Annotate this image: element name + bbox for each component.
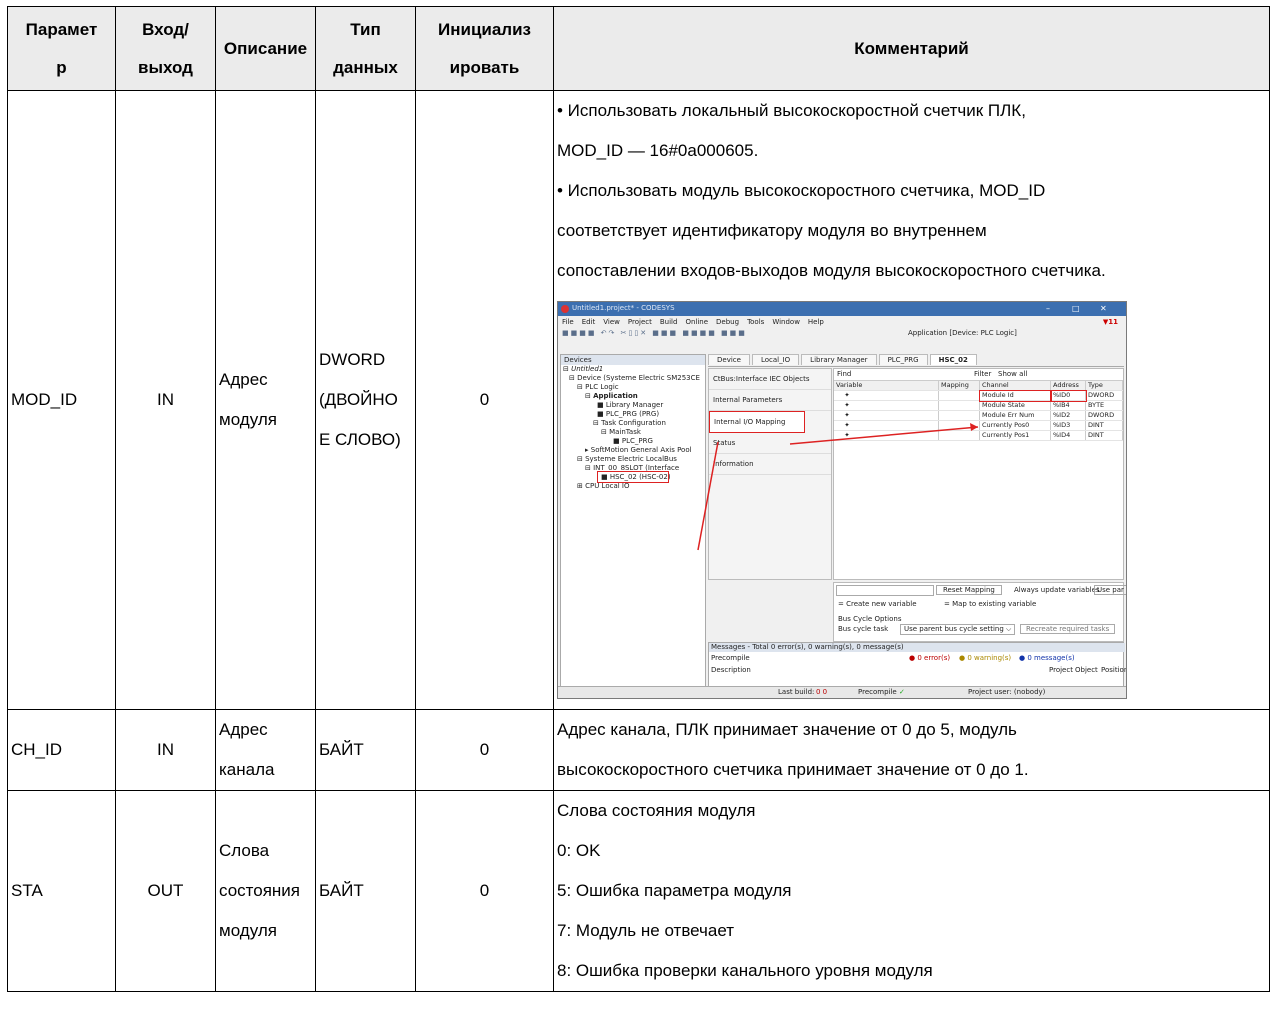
io-mapping-grid: Find Filter Show all Variable Mapping Cha… xyxy=(833,368,1124,580)
comment-cell: Адрес канала, ПЛК принимает значение от … xyxy=(553,709,1270,791)
header-param: Парамет р xyxy=(7,6,116,91)
comment-line: MOD_ID — 16#0a000605. xyxy=(557,141,759,160)
param-cell: MOD_ID xyxy=(7,90,116,710)
comment-line: 0: OK xyxy=(557,841,601,860)
init-cell: 0 xyxy=(415,790,554,992)
comment-line: 5: Ошибка параметра модуля xyxy=(557,881,792,900)
close-icon: ✕ xyxy=(1100,304,1107,313)
error-flag-icon: ▼11 xyxy=(1102,318,1118,326)
comment-line: • Использовать локальный высокоскоростно… xyxy=(557,101,1026,120)
header-desc: Описание xyxy=(215,6,316,91)
param-cell: CH_ID xyxy=(7,709,116,791)
comment-line: Адрес канала, ПЛК принимает значение от … xyxy=(557,720,1017,739)
screenshot-menu: File Edit View Project Build Online Debug Tools… xyxy=(562,318,824,326)
devices-panel: Devices ⊟ Untitled1 ⊟ Device (Systeme El… xyxy=(560,354,706,689)
bus-cycle-select[interactable]: Use parent bus cycle setting ⌵ xyxy=(900,624,1016,635)
toolbar-icons: ■■■■ ↶↷ ✂▯▯✕ ■■■ ■■■■ ■■■ xyxy=(562,329,747,337)
editor-tabs: Device Local_IO Library Manager PLC_PRG HSC_… xyxy=(708,354,1124,367)
tab-library-manager[interactable]: Library Manager xyxy=(801,354,877,365)
comment-line: 8: Ошибка проверки канального уровня мод… xyxy=(557,961,933,980)
comment-line: 7: Модуль не отвечает xyxy=(557,921,735,940)
dtype-cell: БАЙТ xyxy=(315,709,416,791)
config-sections: CtBus:Interface IEC Objects Internal Par… xyxy=(708,368,832,580)
mapping-options: Reset Mapping Always update variables Us… xyxy=(833,582,1126,642)
io-cell: IN xyxy=(115,90,216,710)
io-cell: OUT xyxy=(115,790,216,992)
section-item[interactable]: Internal Parameters xyxy=(709,390,831,411)
maximize-icon: □ xyxy=(1072,304,1080,313)
comment-line: сопоставлении входов-выходов модуля высо… xyxy=(557,261,1106,280)
desc-cell: Адрес модуля xyxy=(215,90,316,710)
param-cell: STA xyxy=(7,790,116,992)
comment-cell: • Использовать локальный высокоскоростно… xyxy=(553,90,1270,710)
device-tree: ⊟ Untitled1 ⊟ Device (Systeme Electric S… xyxy=(563,365,700,490)
parameter-table: Парамет р Вход/выход Описание Тип данных И… xyxy=(7,6,1270,992)
recreate-tasks-button[interactable]: Recreate required tasks xyxy=(1020,624,1116,634)
messages-panel: Messages - Total 0 error(s), 0 warning(s… xyxy=(708,642,1126,688)
init-cell: 0 xyxy=(415,709,554,791)
comment-line: Слова состояния модуля xyxy=(557,801,756,820)
comment-cell: Слова состояния модуля 0: OK 5: Ошибка п… xyxy=(553,790,1270,992)
dtype-cell: DWORD (ДВОЙНО Е СЛОВО) xyxy=(315,90,416,710)
table-row: CH_ID IN Адрес канала БАЙТ 0 Адрес канала… xyxy=(7,709,1270,791)
dtype-cell: БАЙТ xyxy=(315,790,416,992)
tab-hsc-02[interactable]: HSC_02 xyxy=(929,354,977,365)
header-comment: Комментарий xyxy=(553,6,1270,91)
header-init: Инициализ ировать xyxy=(415,6,554,91)
codesys-logo-icon xyxy=(561,305,569,313)
io-cell: IN xyxy=(115,709,216,791)
screenshot-statusbar: Last build: 0 0 Precompile ✓ Project use… xyxy=(558,686,1126,698)
header-row: Парамет р Вход/выход Описание Тип данных И… xyxy=(7,6,1270,91)
tab-plc-prg[interactable]: PLC_PRG xyxy=(878,354,928,365)
minimize-icon: – xyxy=(1046,304,1050,313)
reset-mapping-button[interactable]: Reset Mapping xyxy=(936,585,1002,595)
comment-line: высокоскоростного счетчика принимает зна… xyxy=(557,760,1029,779)
tab-local-io[interactable]: Local_IO xyxy=(751,354,800,365)
desc-cell: Адрес канала xyxy=(215,709,316,791)
screenshot-toolbar: ■■■■ ↶↷ ✂▯▯✕ ■■■ ■■■■ ■■■ Application [D… xyxy=(562,329,1017,337)
table-row: STA OUT Слова состояния модуля БАЙТ 0 Слов… xyxy=(7,790,1270,992)
tab-device[interactable]: Device xyxy=(708,354,750,365)
table-row: MOD_ID IN Адрес модуля DWORD (ДВОЙНО Е СЛОВ… xyxy=(7,90,1270,710)
init-cell: 0 xyxy=(415,90,554,710)
section-item-io-mapping[interactable]: Internal I/O Mapping xyxy=(709,411,805,433)
codesys-screenshot: Untitled1.project* - CODESYS – □ ✕ File E… xyxy=(557,301,1127,699)
screenshot-titlebar: Untitled1.project* - CODESYS – □ ✕ xyxy=(558,302,1126,316)
section-item[interactable]: Status xyxy=(709,433,831,454)
comment-line: • Использовать модуль высокоскоростного … xyxy=(557,181,1046,200)
header-io: Вход/выход xyxy=(115,6,216,91)
section-item[interactable]: Information xyxy=(709,454,831,475)
desc-cell: Слова состояния модуля xyxy=(215,790,316,992)
section-item[interactable]: CtBus:Interface IEC Objects xyxy=(709,369,831,390)
header-dtype: Тип данных xyxy=(315,6,416,91)
comment-line: соответствует идентификатору модуля во в… xyxy=(557,221,987,240)
